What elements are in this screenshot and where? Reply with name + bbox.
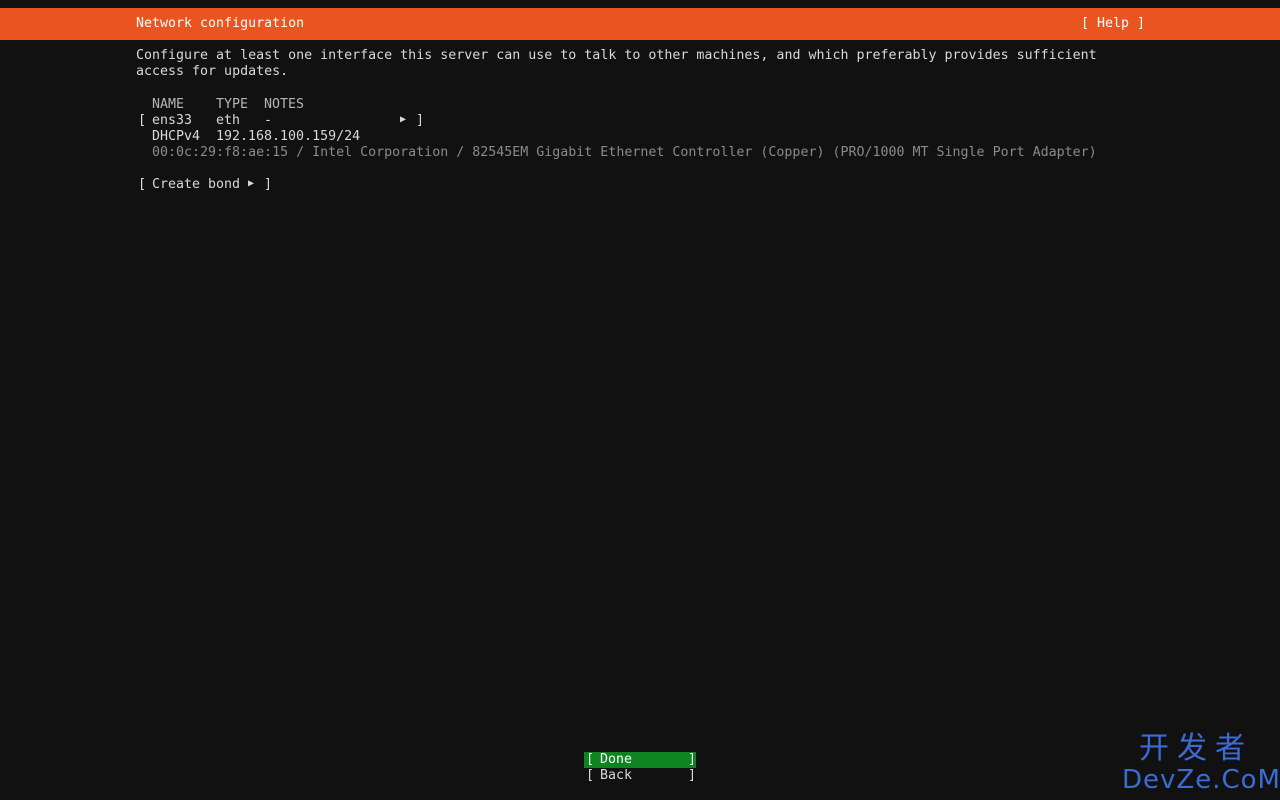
submenu-arrow-icon: ▶ (248, 178, 255, 189)
address-method: DHCPv4 (152, 129, 201, 144)
help-button[interactable]: [ Help ] (1081, 16, 1145, 32)
interface-notes: - (264, 113, 273, 128)
watermark-bottom-text: DevZe.CoM (1122, 765, 1280, 795)
button-open-bracket: [ (586, 752, 595, 767)
button-close-bracket: ] (264, 177, 273, 192)
button-close-bracket: ] (688, 752, 697, 767)
column-header-type: TYPE (216, 97, 249, 112)
row-close-bracket: ] (416, 113, 425, 128)
description-text: Configure at least one interface this se… (136, 48, 1097, 79)
ip-address: 192.168.100.159/24 (216, 129, 361, 144)
done-label: Done (600, 752, 633, 767)
interface-name: ens33 (152, 113, 193, 128)
interface-row-ens33[interactable]: [ ens33 eth - ▶ ] (136, 113, 426, 129)
create-bond-button[interactable]: [ Create bond ▶ ] (136, 177, 272, 193)
hardware-info: 00:0c:29:f8:ae:15 / Intel Corporation / … (152, 145, 1097, 160)
button-open-bracket: [ (138, 177, 147, 192)
create-bond-label: Create bond (152, 177, 241, 192)
button-open-bracket: [ (586, 768, 595, 783)
row-open-bracket: [ (138, 113, 147, 128)
page-title: Network configuration (136, 16, 305, 31)
interface-type: eth (216, 113, 241, 128)
watermark-logo: 开发者 DevZe.CoM (1122, 731, 1280, 795)
back-label: Back (600, 768, 633, 783)
column-header-name: NAME (152, 97, 185, 112)
watermark-top-text: 开发者 (1139, 731, 1253, 766)
column-header-notes: NOTES (264, 97, 305, 112)
back-button[interactable]: [ Back ] (584, 768, 696, 784)
button-close-bracket: ] (688, 768, 697, 783)
done-button[interactable]: [ Done ] (584, 752, 696, 768)
submenu-arrow-icon: ▶ (400, 114, 407, 125)
